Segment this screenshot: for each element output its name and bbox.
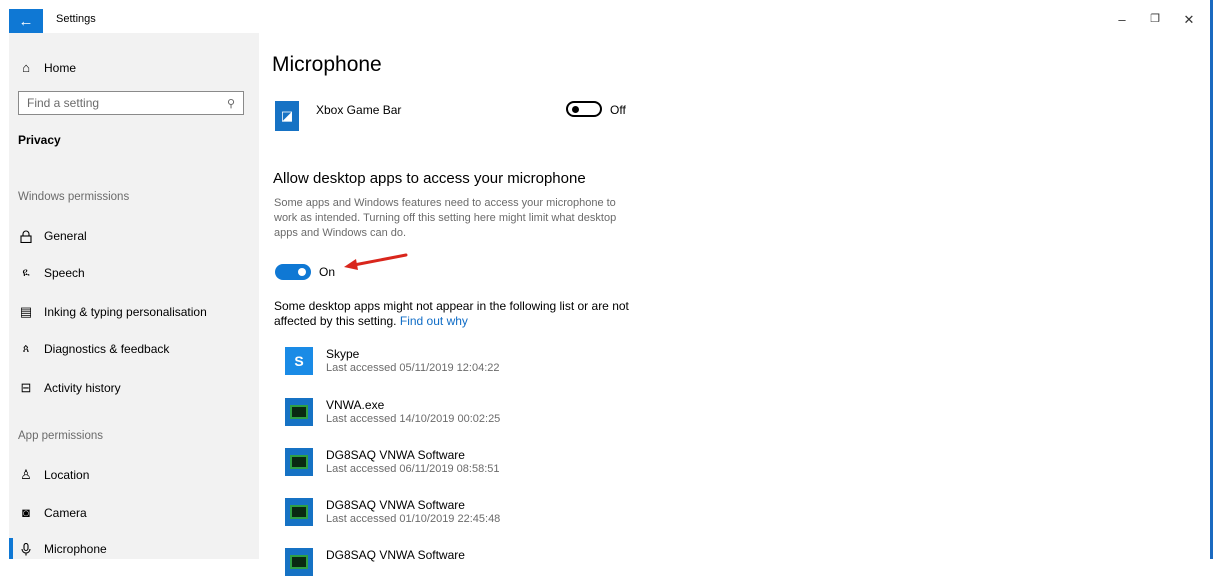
sidebar-item-label: General <box>44 229 87 243</box>
last-accessed: Last accessed 05/11/2019 12:04:22 <box>326 362 500 374</box>
sidebar-item-home[interactable]: ⌂ Home <box>18 60 76 75</box>
active-indicator <box>9 538 13 559</box>
app-name: DG8SAQ VNWA Software <box>326 448 465 462</box>
activity-icon: ⊟ <box>20 380 32 395</box>
windows-permissions-heading: Windows permissions <box>18 191 130 203</box>
sidebar-item-label: Diagnostics & feedback <box>44 342 170 356</box>
last-accessed: Last accessed 01/10/2019 22:45:48 <box>326 513 501 525</box>
skype-icon: S <box>285 347 313 375</box>
sidebar-item-speech[interactable]: ዪ Speech <box>18 266 85 280</box>
lock-icon <box>18 230 34 243</box>
list-item: S Skype Last accessed 05/11/2019 12:04:2… <box>285 347 500 375</box>
annotation-arrow <box>344 253 408 270</box>
search-icon[interactable]: ⚲ <box>227 97 235 110</box>
sidebar-item-label: Activity history <box>44 381 121 395</box>
app-name: VNWA.exe <box>326 398 385 412</box>
sidebar-item-label: Inking & typing personalisation <box>44 305 207 319</box>
speech-icon: ዪ <box>22 266 30 279</box>
sidebar-item-label: Camera <box>44 505 87 520</box>
clipboard-icon: ▤ <box>19 304 33 319</box>
xbox-game-bar-toggle[interactable] <box>566 101 602 117</box>
desktop-toggle-state: On <box>319 265 336 279</box>
desktop-apps-description: Some apps and Windows features need to a… <box>274 197 617 239</box>
sidebar-item-label: Microphone <box>44 542 107 556</box>
vnwa-icon <box>285 548 313 576</box>
desktop-apps-heading: Allow desktop apps to access your microp… <box>273 170 586 187</box>
list-item: DG8SAQ VNWA Software Last accessed 06/11… <box>285 448 500 476</box>
sidebar-item-diagnostics[interactable]: ጰ Diagnostics & feedback <box>18 342 170 356</box>
home-icon: ⌂ <box>22 60 30 75</box>
close-button[interactable]: ✕ <box>1179 12 1199 28</box>
list-item: DG8SAQ VNWA Software Last accessed 01/10… <box>285 498 500 526</box>
search-box[interactable]: ⚲ <box>18 91 244 115</box>
back-button[interactable]: ← <box>9 9 43 33</box>
app-name: Skype <box>326 347 360 361</box>
sidebar-item-microphone[interactable]: Microphone <box>18 542 107 556</box>
sidebar-item-label: Home <box>44 60 77 75</box>
vnwa-icon <box>285 448 313 476</box>
find-out-why-link[interactable]: Find out why <box>400 314 468 328</box>
app-name: DG8SAQ VNWA Software <box>326 548 465 562</box>
app-permissions-heading: App permissions <box>18 430 104 442</box>
camera-icon: ◙ <box>22 505 30 520</box>
vnwa-icon <box>285 498 313 526</box>
sidebar-item-camera[interactable]: ◙ Camera <box>18 505 87 520</box>
xbox-game-bar-icon: ◪ <box>275 101 299 131</box>
toggle-knob <box>572 106 579 113</box>
toggle-knob <box>298 268 306 276</box>
sidebar-item-general[interactable]: General <box>18 229 87 243</box>
vnwa-icon <box>285 398 313 426</box>
list-item: VNWA.exe Last accessed 14/10/2019 00:02:… <box>285 398 500 426</box>
sidebar-item-inking[interactable]: ▤ Inking & typing personalisation <box>18 304 207 320</box>
desktop-apps-toggle[interactable] <box>275 264 311 280</box>
sidebar-item-label: Location <box>44 468 90 482</box>
back-arrow-icon: ← <box>18 12 34 30</box>
list-item: DG8SAQ VNWA Software <box>285 548 465 576</box>
window-title: Settings <box>56 13 96 25</box>
diagnostics-icon: ጰ <box>22 342 30 355</box>
location-icon: ♙ <box>20 467 32 482</box>
minimize-button[interactable]: – <box>1112 12 1132 27</box>
maximize-button[interactable]: ❐ <box>1145 12 1165 25</box>
last-accessed: Last accessed 06/11/2019 08:58:51 <box>326 463 500 475</box>
search-input[interactable] <box>19 95 219 111</box>
sidebar-item-label: Speech <box>44 266 85 280</box>
xbox-game-bar-label: Xbox Game Bar <box>316 103 402 117</box>
xbox-toggle-state: Off <box>610 103 626 117</box>
sidebar-item-location[interactable]: ♙ Location <box>18 467 89 483</box>
microphone-icon <box>18 542 34 556</box>
page-title: Microphone <box>272 53 382 76</box>
section-title: Privacy <box>18 133 61 147</box>
last-accessed: Last accessed 14/10/2019 00:02:25 <box>326 413 501 425</box>
desktop-apps-note: Some desktop apps might not appear in th… <box>274 299 634 329</box>
sidebar-item-activity-history[interactable]: ⊟ Activity history <box>18 380 121 396</box>
app-name: DG8SAQ VNWA Software <box>326 498 465 512</box>
